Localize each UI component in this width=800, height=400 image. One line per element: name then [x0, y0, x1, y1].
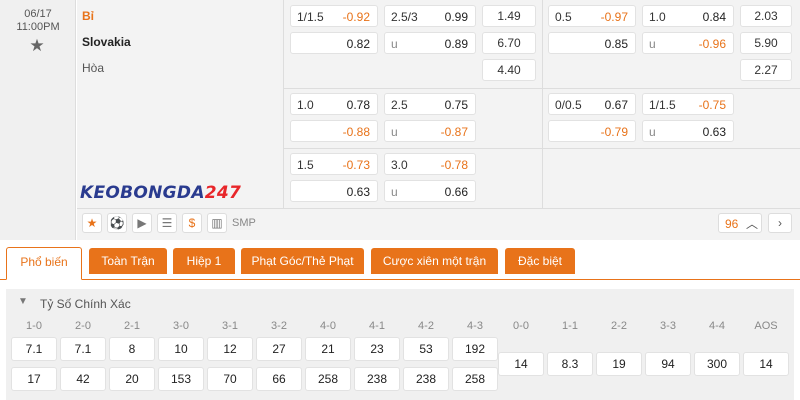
h1-1x2-draw-odd[interactable]: 2.27	[740, 59, 792, 81]
score-odd-home[interactable]: 7.1	[60, 337, 106, 361]
score-odd-away[interactable]: 66	[256, 367, 302, 391]
score-odd-home[interactable]: 53	[403, 337, 449, 361]
score-odd-home[interactable]: 8	[109, 337, 155, 361]
score-odd-draw[interactable]: 94	[645, 352, 691, 376]
score-label: 2-1	[124, 320, 140, 332]
score-odd-draw[interactable]: 8.3	[547, 352, 593, 376]
score-odd-home[interactable]: 23	[354, 337, 400, 361]
hdp-home-odd[interactable]: 1.0 0.78	[290, 93, 378, 115]
score-label: 2-2	[611, 320, 627, 332]
tab-first-half[interactable]: Hiệp 1	[173, 248, 235, 274]
1x2-draw-odd[interactable]: 4.40	[482, 59, 536, 81]
score-label: 0-0	[513, 320, 529, 332]
ou-over-odd[interactable]: 2.5 0.75	[384, 93, 476, 115]
1x2-home-odd[interactable]: 1.49	[482, 5, 536, 27]
section-title: Tỷ Số Chính Xác	[40, 297, 131, 311]
home-team: Bỉ	[82, 9, 94, 23]
score-odd-home[interactable]: 21	[305, 337, 351, 361]
score-label: 1-1	[562, 320, 578, 332]
h1-hdp-away-odd[interactable]: -0.79	[548, 120, 636, 142]
ou-under-odd[interactable]: u 0.89	[384, 32, 476, 54]
half-separator	[542, 0, 543, 208]
site-logo: KEOBONGDA247	[80, 183, 242, 203]
more-markets-button[interactable]: 96 ︿	[718, 213, 762, 233]
hdp-home-odd[interactable]: 1.5 -0.73	[290, 153, 378, 175]
favorite-star-icon[interactable]: ★	[82, 213, 102, 233]
score-label: AOS	[754, 320, 778, 332]
score-odd-home[interactable]: 12	[207, 337, 253, 361]
h1-hdp-away-odd[interactable]: 0.85	[548, 32, 636, 54]
h1-hdp-home-odd[interactable]: 0.5 -0.97	[548, 5, 636, 27]
score-label: 2-0	[75, 320, 91, 332]
favorite-star-icon[interactable]: ★	[28, 37, 46, 55]
score-label: 3-2	[271, 320, 287, 332]
ou-over-odd[interactable]: 2.5/3 0.99	[384, 5, 476, 27]
match-date: 06/17	[24, 8, 52, 20]
h1-ou-under-odd[interactable]: u 0.63	[642, 120, 734, 142]
smp-button[interactable]: SMP	[232, 213, 262, 233]
score-odd-away[interactable]: 238	[403, 367, 449, 391]
chevron-up-icon: ︿	[746, 217, 759, 231]
score-label: 4-3	[467, 320, 483, 332]
score-odd-away[interactable]: 70	[207, 367, 253, 391]
draw-label: Hòa	[82, 61, 105, 75]
lineup-icon[interactable]: ⚽	[107, 213, 127, 233]
score-odd-draw[interactable]: 14	[743, 352, 789, 376]
chevron-right-icon[interactable]: ›	[768, 213, 792, 233]
h1-hdp-home-odd[interactable]: 0/0.5 0.67	[548, 93, 636, 115]
score-odd-away[interactable]: 258	[305, 367, 351, 391]
score-odd-draw[interactable]: 300	[694, 352, 740, 376]
chart-icon[interactable]: ▥	[207, 213, 227, 233]
match-datetime: 06/17 11:00PM	[0, 8, 76, 34]
chevron-down-icon[interactable]: ▼	[18, 296, 28, 307]
score-odd-away[interactable]: 238	[354, 367, 400, 391]
tab-full-time[interactable]: Toàn Trận	[89, 248, 167, 274]
score-label: 4-1	[369, 320, 385, 332]
stats-icon[interactable]: ☰	[157, 213, 177, 233]
score-odd-away[interactable]: 17	[11, 367, 57, 391]
score-label: 3-3	[660, 320, 676, 332]
tab-same-game-parlay[interactable]: Cược xiên một trận	[371, 248, 498, 274]
score-odd-home[interactable]: 7.1	[11, 337, 57, 361]
score-odd-draw[interactable]: 14	[498, 352, 544, 376]
hdp-home-odd[interactable]: 1/1.5 -0.92	[290, 5, 378, 27]
tab-popular[interactable]: Phổ biến	[6, 247, 82, 280]
h1-ou-over-odd[interactable]: 1/1.5 -0.75	[642, 93, 734, 115]
row-divider	[284, 148, 800, 149]
score-label: 1-0	[26, 320, 42, 332]
dollar-icon[interactable]: $	[182, 213, 202, 233]
1x2-away-odd[interactable]: 6.70	[482, 32, 536, 54]
score-odd-away[interactable]: 42	[60, 367, 106, 391]
tab-specials[interactable]: Đặc biệt	[505, 248, 575, 274]
score-odd-home[interactable]: 192	[452, 337, 498, 361]
score-label: 4-4	[709, 320, 725, 332]
score-odd-away[interactable]: 20	[109, 367, 155, 391]
h1-ou-over-odd[interactable]: 1.0 0.84	[642, 5, 734, 27]
score-label: 4-0	[320, 320, 336, 332]
ou-under-odd[interactable]: u 0.66	[384, 180, 476, 202]
h1-1x2-home-odd[interactable]: 2.03	[740, 5, 792, 27]
row-divider	[284, 88, 800, 89]
score-odd-away[interactable]: 153	[158, 367, 204, 391]
play-icon[interactable]: ▶	[132, 213, 152, 233]
score-label: 4-2	[418, 320, 434, 332]
match-time: 11:00PM	[16, 21, 60, 33]
tab-corners-cards[interactable]: Phạt Góc/Thẻ Phạt	[241, 248, 364, 274]
hdp-away-odd[interactable]: -0.88	[290, 120, 378, 142]
h1-1x2-away-odd[interactable]: 5.90	[740, 32, 792, 54]
ou-over-odd[interactable]: 3.0 -0.78	[384, 153, 476, 175]
away-team: Slovakia	[82, 35, 131, 49]
teams-column	[77, 0, 284, 208]
score-label: 3-0	[173, 320, 189, 332]
score-odd-home[interactable]: 27	[256, 337, 302, 361]
score-label: 3-1	[222, 320, 238, 332]
score-odd-away[interactable]: 258	[452, 367, 498, 391]
ou-under-odd[interactable]: u -0.87	[384, 120, 476, 142]
more-count: 96	[725, 217, 739, 231]
score-odd-home[interactable]: 10	[158, 337, 204, 361]
hdp-away-odd[interactable]: 0.63	[290, 180, 378, 202]
hdp-away-odd[interactable]: 0.82	[290, 32, 378, 54]
score-odd-draw[interactable]: 19	[596, 352, 642, 376]
h1-ou-under-odd[interactable]: u -0.96	[642, 32, 734, 54]
